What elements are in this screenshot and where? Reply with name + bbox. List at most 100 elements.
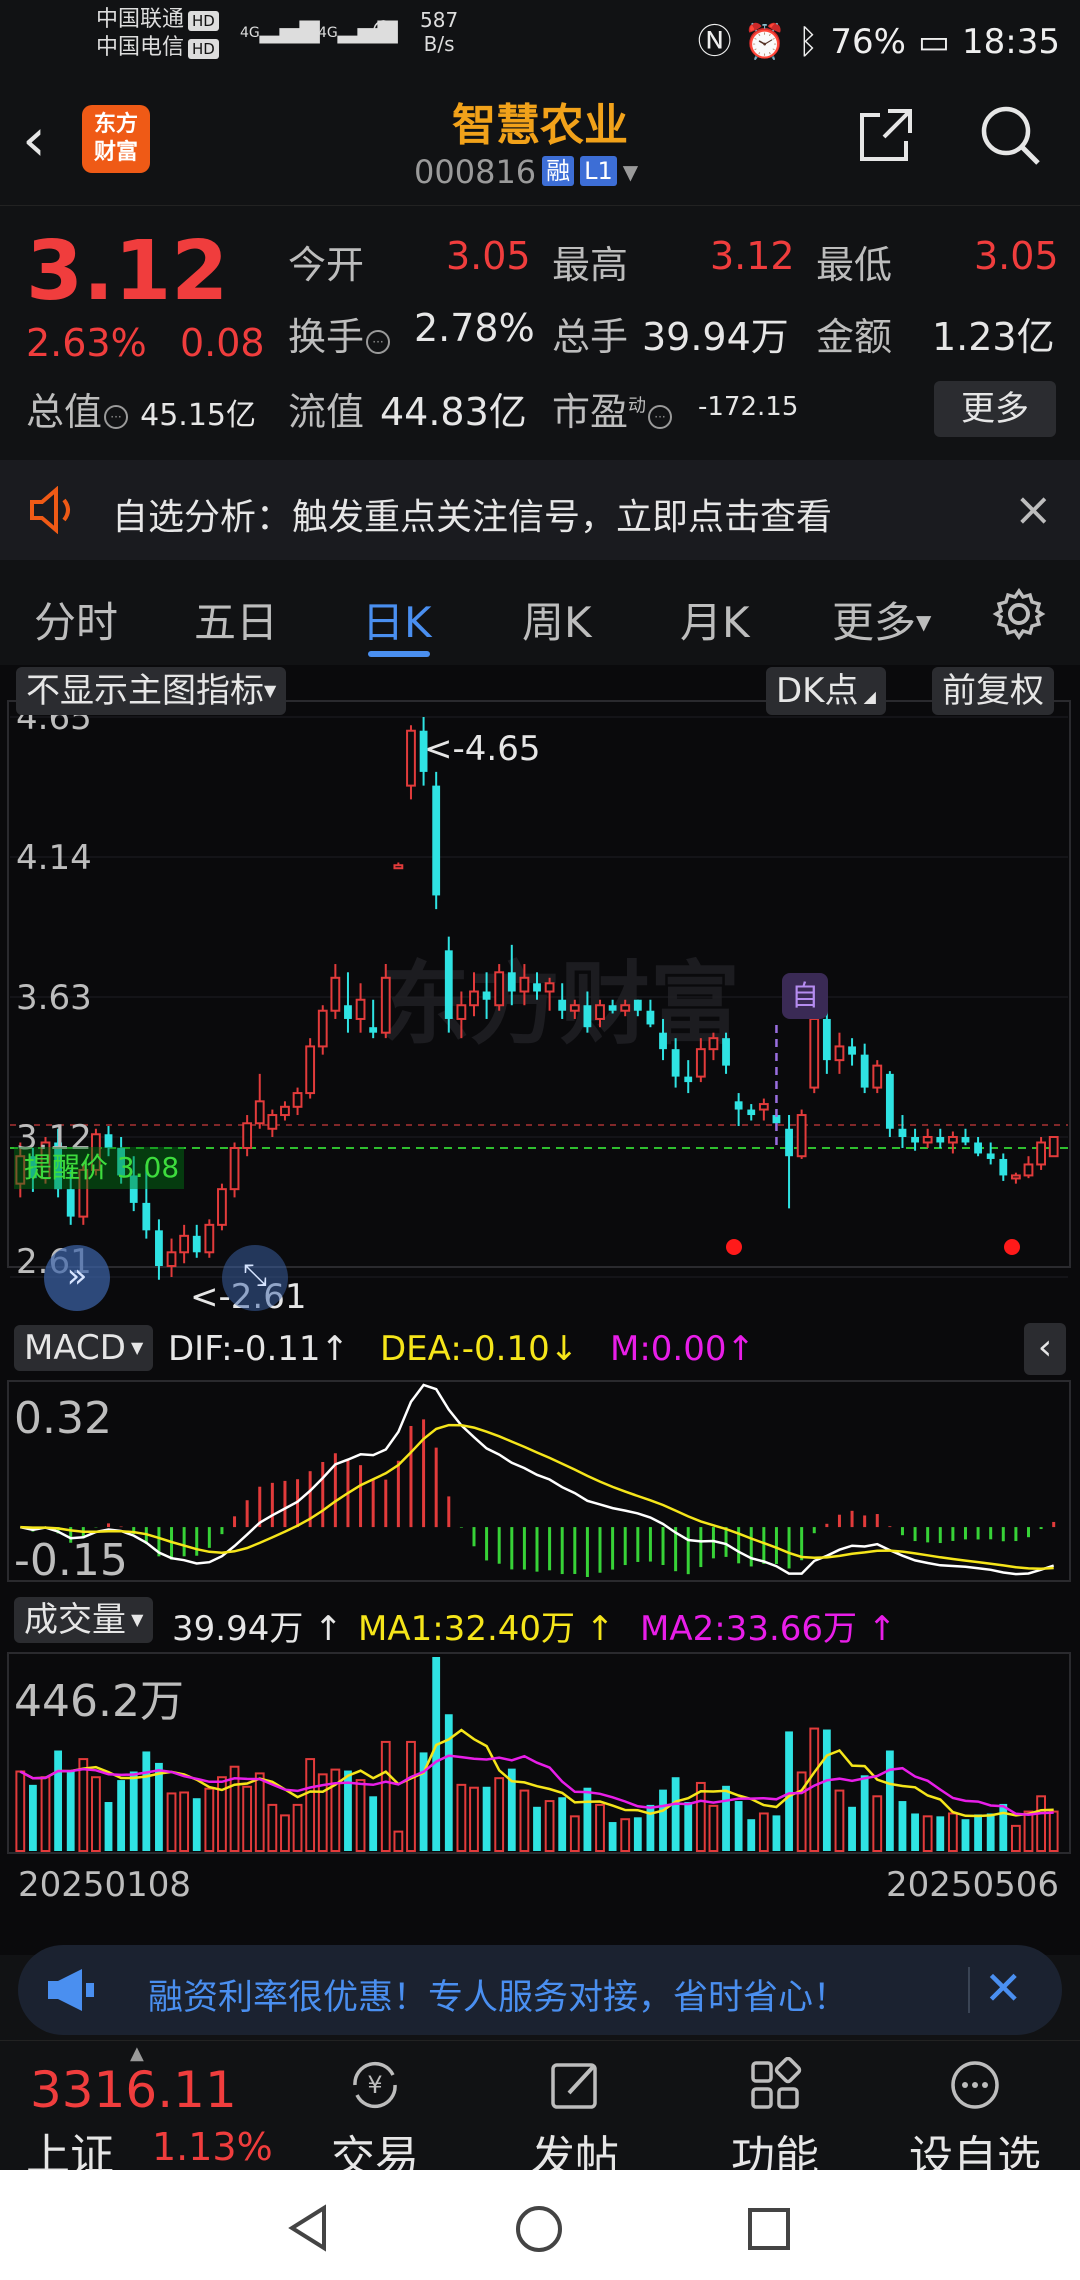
candle-body — [292, 1092, 303, 1108]
candle-body — [254, 1100, 265, 1125]
candle-body — [280, 1105, 290, 1117]
volume-bar — [406, 1740, 416, 1853]
signal-icon-1: 4G▂▄▆ — [240, 14, 320, 44]
nav-add-watchlist[interactable]: 设自选 — [905, 2051, 1045, 2185]
share-icon[interactable] — [858, 107, 914, 163]
nav-home-icon[interactable] — [514, 2204, 564, 2254]
macd-select[interactable]: MACD ▼ — [14, 1325, 154, 1371]
tab-daily-k[interactable]: 日K — [362, 589, 432, 650]
candle-body — [620, 1004, 631, 1012]
pe-label: 市盈动··· — [552, 381, 673, 436]
high-marker: <-4.65 — [424, 729, 541, 769]
collapse-panel-icon[interactable]: ‹ — [1024, 1323, 1066, 1375]
volume-bar — [104, 1802, 113, 1851]
volume-bar — [620, 1818, 631, 1853]
candle-body — [1036, 1141, 1047, 1166]
volume-bar — [444, 1714, 453, 1851]
kline-chart[interactable]: 东方财富 4.654.143.633.122.61 — [0, 665, 1080, 1955]
candle-body — [671, 1049, 680, 1077]
indicator-select[interactable]: 不显示主图指标▼ — [16, 667, 287, 715]
amount-value: 1.23亿 — [932, 315, 1055, 359]
volume-bar — [305, 1758, 316, 1852]
fullscreen-icon[interactable]: ⤡ — [222, 1245, 288, 1311]
self-select-marker[interactable]: 自 — [782, 973, 828, 1019]
more-circle-icon: ··· — [366, 330, 391, 354]
volume-bar — [898, 1801, 907, 1851]
volume-bar — [1010, 1824, 1021, 1852]
index-quote[interactable]: ▲ 3316.11 上证 1.13% — [0, 2041, 290, 2181]
dk-point-button[interactable]: DK点 ◢ — [766, 667, 886, 715]
candle-body — [633, 999, 642, 1011]
candle-body — [898, 1128, 907, 1137]
more-circle-icon: ··· — [104, 405, 129, 429]
wifi-icon: ◠ — [372, 14, 395, 44]
candle-body — [66, 1189, 75, 1217]
system-nav-bar — [0, 2170, 1080, 2280]
candle-body — [155, 1230, 163, 1267]
nav-recents-icon[interactable] — [746, 2206, 792, 2252]
volume-select[interactable]: 成交量 ▼ — [14, 1597, 154, 1643]
volume-bar — [834, 1789, 845, 1852]
expand-left-icon[interactable]: » — [44, 1245, 110, 1311]
trade-icon: ¥ — [353, 2061, 397, 2109]
volume-bar — [758, 1812, 769, 1853]
nav-post[interactable]: 发帖 — [505, 2051, 645, 2185]
tab-weekly-k[interactable]: 周K — [522, 589, 592, 650]
chevron-down-icon: ▼ — [622, 160, 639, 184]
stock-code: 000816 — [414, 153, 537, 191]
candle-body — [1023, 1163, 1034, 1177]
volume-bar — [393, 1830, 404, 1852]
tab-five-day[interactable]: 五日 — [194, 589, 278, 650]
tab-more[interactable]: 更多▼ — [832, 589, 931, 650]
tab-monthly-k[interactable]: 月K — [680, 589, 750, 650]
float-value: 44.83亿 — [380, 390, 527, 434]
macd-top-value: 0.32 — [14, 1393, 112, 1444]
volume-bar — [708, 1804, 719, 1853]
chart-area[interactable]: 东方财富 4.654.143.633.122.61 不显示主图指标▼ DK点 ◢… — [0, 665, 1080, 1955]
candle-body — [747, 1109, 756, 1116]
candle-body — [583, 1005, 592, 1028]
alert-price-label[interactable]: 提醒价 3.08 — [14, 1147, 184, 1189]
change-amount: 0.08 — [180, 321, 265, 365]
nav-back-icon[interactable] — [286, 2204, 330, 2252]
tab-intraday[interactable]: 分时 — [34, 589, 118, 650]
status-bar: 中国联通 HD 中国电信 HD 4G▂▄▆ 4G▂▄▆ ◠ 587 B/s Ⓝ ⏰ ᛒ 76… — [0, 0, 1080, 75]
more-button[interactable]: 更多 — [934, 381, 1056, 437]
candle-body — [722, 1038, 730, 1066]
candle-body — [758, 1103, 769, 1111]
candle-body — [393, 864, 404, 870]
stock-code-row[interactable]: 000816 融 L1 ▼ — [414, 153, 638, 191]
candle-body — [595, 1004, 605, 1020]
margin-badge: 融 — [542, 156, 575, 186]
search-icon[interactable] — [980, 105, 1042, 167]
gear-icon[interactable] — [992, 587, 1046, 641]
volume-bar — [1023, 1810, 1034, 1853]
candle-body — [217, 1188, 227, 1226]
volume-bar — [369, 1796, 378, 1851]
close-icon[interactable]: × — [1014, 482, 1053, 536]
candle-body — [204, 1223, 215, 1254]
volume-bar — [469, 1786, 479, 1852]
ad-banner[interactable]: 融资利率很优惠！专人服务对接，省时省心！ ✕ — [18, 1945, 1062, 2035]
more-circle-icon: ··· — [648, 405, 673, 429]
volume-bar — [380, 1740, 391, 1853]
notice-bar[interactable]: 自选分析：触发重点关注信号，立即点击查看 × — [0, 460, 1080, 560]
nav-functions[interactable]: 功能 — [705, 2051, 845, 2185]
end-date: 20250506 — [886, 1865, 1060, 1905]
candle-body — [695, 1048, 706, 1078]
nav-trade[interactable]: ¥ 交易 — [305, 2051, 445, 2185]
adjust-button[interactable]: 前复权 — [932, 667, 1054, 715]
y-tick-label: 3.63 — [16, 978, 92, 1018]
volume-bar — [734, 1801, 743, 1851]
battery-percent: 76% — [830, 22, 906, 62]
current-price: 3.12 — [26, 224, 229, 319]
candle-body — [494, 971, 505, 1007]
apps-grid-icon — [751, 2057, 802, 2109]
candle-body — [179, 1234, 190, 1254]
close-icon[interactable]: ✕ — [984, 1961, 1023, 2015]
volume-bar — [986, 1813, 995, 1851]
volume-bar — [947, 1812, 958, 1853]
candle-body — [974, 1142, 982, 1154]
volume-bar — [280, 1814, 290, 1853]
candle-body — [872, 1064, 883, 1089]
